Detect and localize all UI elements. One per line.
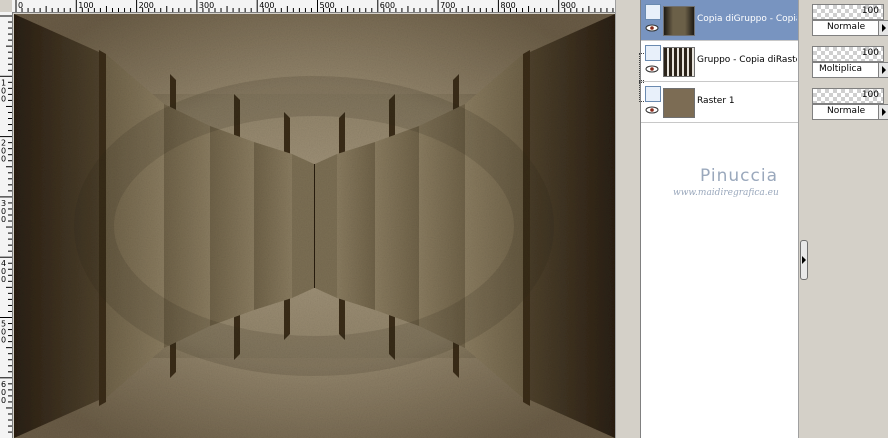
raster-layer-icon <box>645 86 661 102</box>
eye-icon[interactable] <box>645 106 659 114</box>
ruler-label: 0 <box>1 396 6 405</box>
ruler-label: 100 <box>78 1 93 10</box>
ruler-horizontal[interactable]: 0 100 200 300 400 500 600 700 800 900 <box>12 0 615 13</box>
ruler-label: 900 <box>561 1 576 10</box>
blend-mode-select[interactable]: Normale <box>812 20 880 36</box>
ruler-label: 400 <box>259 1 274 10</box>
layer-thumbnail <box>663 47 695 77</box>
ruler-horizontal-ticks: 0 100 200 300 400 500 600 700 800 900 <box>15 0 614 12</box>
ruler-label: 500 <box>320 1 335 10</box>
ruler-label: 0 <box>1 275 6 284</box>
corridor-artwork <box>14 14 615 438</box>
layer-row-raster-1[interactable]: Raster 1 <box>639 80 799 123</box>
blend-mode-select[interactable]: Moltiplica <box>812 62 880 78</box>
ruler-vertical[interactable]: 100200300400500600 <box>0 12 13 438</box>
chevron-right-icon[interactable] <box>878 62 888 78</box>
raster-layer-icon <box>645 45 661 61</box>
layer-props-1: 100 Normale <box>810 0 888 40</box>
layer-name: Copia diGruppo - Copia d <box>697 14 797 24</box>
blend-mode-label: Normale <box>827 22 866 32</box>
layer-props-2: 100 Moltiplica <box>810 42 888 82</box>
ruler-label: 800 <box>500 1 515 10</box>
ruler-label: 0 <box>1 155 6 164</box>
blend-mode-label: Normale <box>827 106 866 116</box>
opacity-value: 100 <box>861 48 879 58</box>
ruler-label: 700 <box>440 1 455 10</box>
opacity-value: 100 <box>861 90 879 100</box>
group-bracket <box>639 80 644 102</box>
raster-layer-icon <box>645 4 661 20</box>
blend-mode-label: Moltiplica <box>819 64 862 74</box>
layer-name: Gruppo - Copia diRaster <box>697 55 797 65</box>
opacity-value: 100 <box>861 6 879 16</box>
ruler-label: 0 <box>1 336 6 345</box>
eye-icon[interactable] <box>645 65 659 73</box>
ruler-label: 300 <box>199 1 214 10</box>
layer-thumbnail <box>663 88 695 118</box>
ruler-label: 0 <box>1 94 6 103</box>
opacity-slider[interactable]: 100 <box>812 4 884 20</box>
image-canvas[interactable] <box>14 14 615 438</box>
ruler-label: 0 <box>1 215 6 224</box>
ruler-corner <box>0 0 12 12</box>
layer-name: Raster 1 <box>697 96 735 106</box>
opacity-slider[interactable]: 100 <box>812 46 884 62</box>
blend-mode-select[interactable]: Normale <box>812 104 880 120</box>
layer-row-gruppo[interactable]: Gruppo - Copia diRaster <box>639 41 799 83</box>
group-bracket <box>639 53 644 83</box>
eye-icon[interactable] <box>645 24 659 32</box>
layer-properties: 100 Normale 100 Moltiplica 100 Normale <box>808 0 888 438</box>
chevron-right-icon[interactable] <box>800 240 808 280</box>
layer-row-copia-digruppo[interactable]: Copia diGruppo - Copia d <box>641 0 799 41</box>
layers-palette: Copia diGruppo - Copia d Gruppo - Copia … <box>639 0 799 438</box>
chevron-right-icon[interactable] <box>878 20 888 36</box>
watermark-title: Pinuccia <box>700 166 778 186</box>
chevron-right-icon[interactable] <box>878 104 888 120</box>
ruler-vertical-ticks: 100200300400500600 <box>0 15 12 433</box>
ruler-label: 200 <box>139 1 154 10</box>
opacity-slider[interactable]: 100 <box>812 88 884 104</box>
canvas-margin <box>615 0 641 438</box>
watermark-url: www.maidiregrafica.eu <box>673 188 779 198</box>
layer-props-3: 100 Normale <box>810 84 888 124</box>
ruler-label: 600 <box>380 1 395 10</box>
layer-thumbnail <box>663 6 695 36</box>
